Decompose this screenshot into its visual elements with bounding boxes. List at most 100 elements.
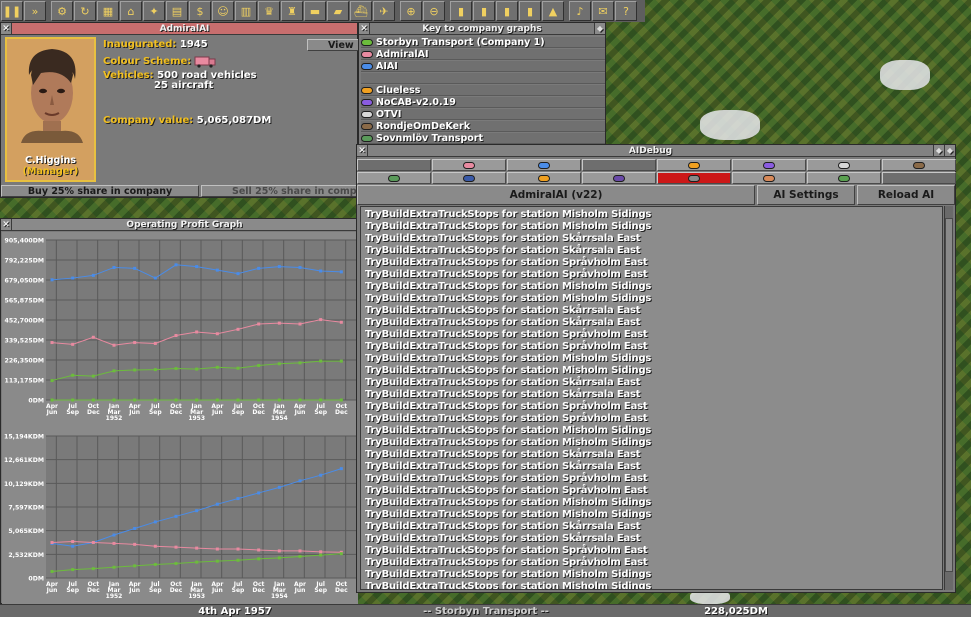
key-company-row[interactable]: AIAI (361, 61, 605, 72)
key-company-row[interactable]: Storbyn Transport (Company 1) (361, 37, 605, 48)
data-point (153, 520, 157, 524)
company-value-label: Company value: (103, 115, 194, 126)
ai-company-button[interactable] (582, 172, 656, 184)
zoom-out-icon[interactable]: ⊖ (423, 1, 445, 21)
graph-titlebar[interactable]: ✕ Operating Profit Graph (1, 219, 357, 231)
music-icon[interactable]: ♪ (569, 1, 591, 21)
key-company-row[interactable]: NoCAB-v2.0.19 (361, 97, 605, 108)
road-vehicle-list-icon[interactable]: ▰ (327, 1, 349, 21)
build-road-icon[interactable]: ▮ (473, 1, 495, 21)
messages-icon[interactable]: ✉ (592, 1, 614, 21)
ship-list-icon[interactable]: ⛴ (350, 1, 372, 21)
graph-title: Operating Profit Graph (126, 219, 243, 230)
company-icon[interactable]: ☺ (212, 1, 234, 21)
map-icon[interactable]: ▦ (97, 1, 119, 21)
company-titlebar[interactable]: ✕ AdmiralAI (1, 23, 357, 35)
league-table-icon[interactable]: ♛ (258, 1, 280, 21)
manager-portrait[interactable]: C.Higgins (Manager) (5, 37, 96, 182)
ai-company-button (882, 172, 956, 184)
x-tick-label: Jun (46, 587, 58, 594)
ai-company-button[interactable] (732, 172, 806, 184)
data-point (277, 398, 281, 402)
finances-icon[interactable]: $ (189, 1, 211, 21)
station-list-icon[interactable]: ▤ (166, 1, 188, 21)
ai-company-button[interactable] (507, 159, 581, 171)
ai-company-button[interactable] (357, 172, 431, 184)
graph-key-titlebar[interactable]: ✕ Key to company graphs ◆ (359, 23, 605, 35)
build-air-icon[interactable]: ▮ (519, 1, 541, 21)
y-tick-label: 12,661KDM (4, 457, 44, 464)
pause-icon[interactable]: ❚❚ (1, 1, 23, 21)
data-point (298, 479, 302, 483)
save-icon[interactable]: ↻ (74, 1, 96, 21)
ai-company-button[interactable] (807, 172, 881, 184)
landscaping-icon[interactable]: ▲ (542, 1, 564, 21)
zoom-in-icon[interactable]: ⊕ (400, 1, 422, 21)
status-date: 4th Apr 1957 (198, 605, 272, 617)
help-icon[interactable]: ? (615, 1, 637, 21)
scrollbar-thumb[interactable] (945, 218, 953, 572)
data-point (133, 564, 137, 568)
data-point (319, 553, 323, 557)
x-tick-label: Jun (211, 587, 223, 594)
ai-settings-button[interactable]: AI Settings (757, 185, 855, 205)
ai-company-button[interactable] (882, 159, 956, 171)
ai-debug-titlebar[interactable]: ✕ AIDebug ◆ ◆ (357, 145, 955, 157)
subsidies-icon[interactable]: ✦ (143, 1, 165, 21)
sell-share-button[interactable]: Sell 25% share in company (201, 185, 357, 197)
sticky-icon[interactable]: ◆ (594, 23, 605, 34)
settings-icon[interactable]: ⚙ (51, 1, 73, 21)
close-icon[interactable]: ✕ (1, 219, 12, 230)
x-tick-label: Jun (46, 409, 58, 416)
close-icon[interactable]: ✕ (359, 23, 370, 34)
aircraft-list-icon[interactable]: ✈ (373, 1, 395, 21)
key-company-row[interactable]: RondjeOmDeKerk (361, 121, 605, 132)
ai-debug-window: ✕ AIDebug ◆ ◆ AdmiralAI (v22) AI Setting… (356, 144, 956, 593)
ai-company-button[interactable] (807, 159, 881, 171)
build-rail-icon[interactable]: ▮ (450, 1, 472, 21)
log-line: TryBuildExtraTruckStops for station Skår… (365, 461, 641, 472)
data-point (50, 569, 54, 573)
log-scrollbar[interactable] (944, 206, 953, 590)
town-directory-icon[interactable]: ⌂ (120, 1, 142, 21)
ai-company-button[interactable] (657, 159, 731, 171)
key-company-row[interactable]: OTVI (361, 109, 605, 120)
graphs-icon[interactable]: ▥ (235, 1, 257, 21)
data-point (71, 342, 75, 346)
ai-log-list[interactable]: TryBuildExtraTruckStops for station Mish… (360, 206, 943, 590)
buy-share-button[interactable]: Buy 25% share in company (1, 185, 199, 197)
ai-company-button[interactable] (507, 172, 581, 184)
y-tick-label: 679,050DM (5, 278, 44, 285)
data-point (339, 359, 343, 363)
ai-company-button[interactable] (432, 172, 506, 184)
data-point (195, 509, 199, 513)
close-icon[interactable]: ✕ (357, 145, 368, 156)
key-company-row[interactable]: Sovnmlöv Transport (361, 133, 605, 144)
ai-company-button[interactable] (732, 159, 806, 171)
reload-ai-button[interactable]: Reload AI (857, 185, 955, 205)
industry-icon[interactable]: ♜ (281, 1, 303, 21)
fast-forward-icon[interactable]: » (24, 1, 46, 21)
key-company-row[interactable]: Clueless (361, 85, 605, 96)
log-line: TryBuildExtraTruckStops for station Språ… (365, 473, 648, 484)
key-company-name: Sovnmlöv Transport (376, 132, 484, 144)
y-tick-label: 792,225DM (5, 258, 44, 265)
x-tick-label: Dec (87, 409, 100, 416)
key-company-row[interactable]: AdmiralAI (361, 49, 605, 60)
data-point (339, 270, 343, 274)
train-list-icon[interactable]: ▬ (304, 1, 326, 21)
data-point (236, 327, 240, 331)
data-point (277, 556, 281, 560)
build-water-icon[interactable]: ▮ (496, 1, 518, 21)
company-colour-icon (361, 62, 373, 70)
ai-company-button[interactable] (432, 159, 506, 171)
x-tick-label: Sep (232, 587, 245, 594)
log-line: TryBuildExtraTruckStops for station Mish… (365, 353, 652, 364)
data-point (277, 549, 281, 553)
close-icon[interactable]: ✕ (1, 23, 12, 34)
pin-icon[interactable]: ◆ (944, 145, 955, 156)
view-hq-button[interactable]: View (307, 39, 359, 51)
ai-company-button[interactable] (657, 172, 731, 184)
data-point (91, 567, 95, 571)
sticky-icon[interactable]: ◆ (933, 145, 944, 156)
